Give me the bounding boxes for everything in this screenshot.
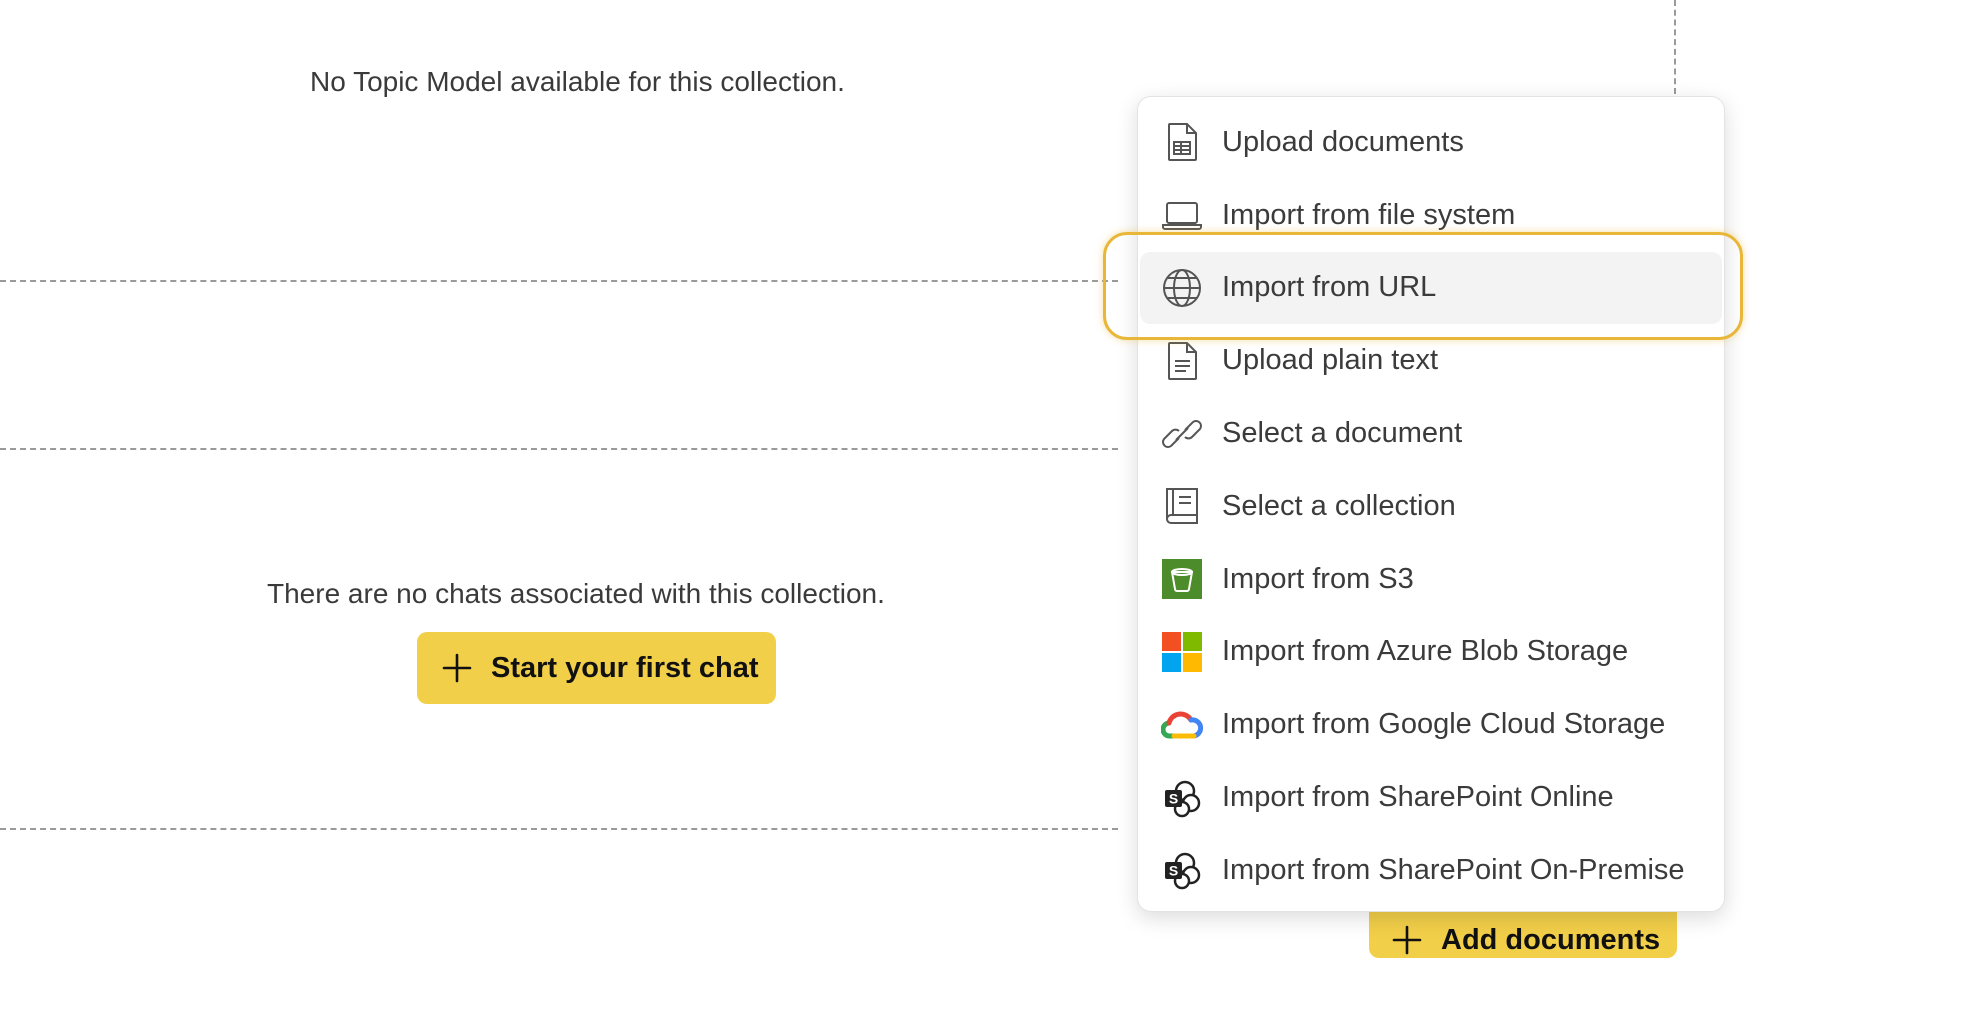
menu-item-label: Upload documents: [1222, 125, 1464, 158]
menu-item-label: Import from SharePoint Online: [1222, 781, 1614, 814]
add-documents-menu: Upload documents Import from file system…: [1137, 96, 1725, 912]
book-icon: [1160, 484, 1204, 528]
menu-item-import-sharepoint-on-premise[interactable]: S Import from SharePoint On-Premise: [1140, 834, 1722, 907]
column-divider: [1674, 0, 1676, 94]
menu-item-label: Import from S3: [1222, 562, 1414, 595]
menu-item-label: Import from file system: [1222, 198, 1516, 231]
menu-item-label: Import from SharePoint On-Premise: [1222, 853, 1685, 886]
text-document-icon: [1160, 339, 1204, 383]
menu-item-label: Select a document: [1222, 417, 1463, 450]
add-documents-label: Add documents: [1441, 923, 1661, 956]
section-divider: [0, 828, 1118, 830]
svg-text:S: S: [1169, 863, 1178, 879]
menu-item-label: Import from Azure Blob Storage: [1222, 635, 1629, 668]
menu-item-label: Import from URL: [1222, 271, 1437, 304]
sharepoint-icon: S: [1160, 848, 1204, 892]
menu-item-label: Select a collection: [1222, 489, 1456, 522]
menu-item-import-azure[interactable]: Import from Azure Blob Storage: [1140, 616, 1722, 689]
aws-s3-icon: [1160, 557, 1204, 601]
menu-item-import-sharepoint-online[interactable]: S Import from SharePoint Online: [1140, 761, 1722, 834]
plus-icon: [441, 652, 473, 684]
sharepoint-icon: S: [1160, 776, 1204, 820]
menu-item-upload-plain-text[interactable]: Upload plain text: [1140, 324, 1722, 397]
svg-text:S: S: [1169, 790, 1178, 806]
document-table-icon: [1160, 120, 1204, 164]
start-first-chat-button[interactable]: Start your first chat: [417, 632, 776, 704]
chats-empty-text: There are no chats associated with this …: [267, 578, 885, 609]
menu-item-import-file-system[interactable]: Import from file system: [1140, 179, 1722, 252]
menu-item-import-google-cloud[interactable]: Import from Google Cloud Storage: [1140, 688, 1722, 761]
menu-item-label: Import from Google Cloud Storage: [1222, 708, 1666, 741]
menu-item-select-collection[interactable]: Select a collection: [1140, 470, 1722, 543]
microsoft-icon: [1160, 630, 1204, 674]
menu-item-upload-documents[interactable]: Upload documents: [1140, 106, 1722, 179]
menu-item-label: Upload plain text: [1222, 344, 1439, 377]
menu-item-select-document[interactable]: Select a document: [1140, 397, 1722, 470]
google-cloud-icon: [1160, 703, 1204, 747]
section-divider: [0, 280, 1118, 282]
link-icon: [1160, 412, 1204, 456]
menu-item-import-url[interactable]: Import from URL: [1140, 251, 1722, 325]
menu-item-import-s3[interactable]: Import from S3: [1140, 543, 1722, 616]
plus-icon: [1391, 924, 1423, 956]
globe-icon: [1160, 266, 1204, 310]
start-first-chat-label: Start your first chat: [491, 651, 759, 684]
topic-model-empty-text: No Topic Model available for this collec…: [310, 66, 845, 97]
section-divider: [0, 448, 1118, 450]
laptop-icon: [1160, 193, 1204, 237]
